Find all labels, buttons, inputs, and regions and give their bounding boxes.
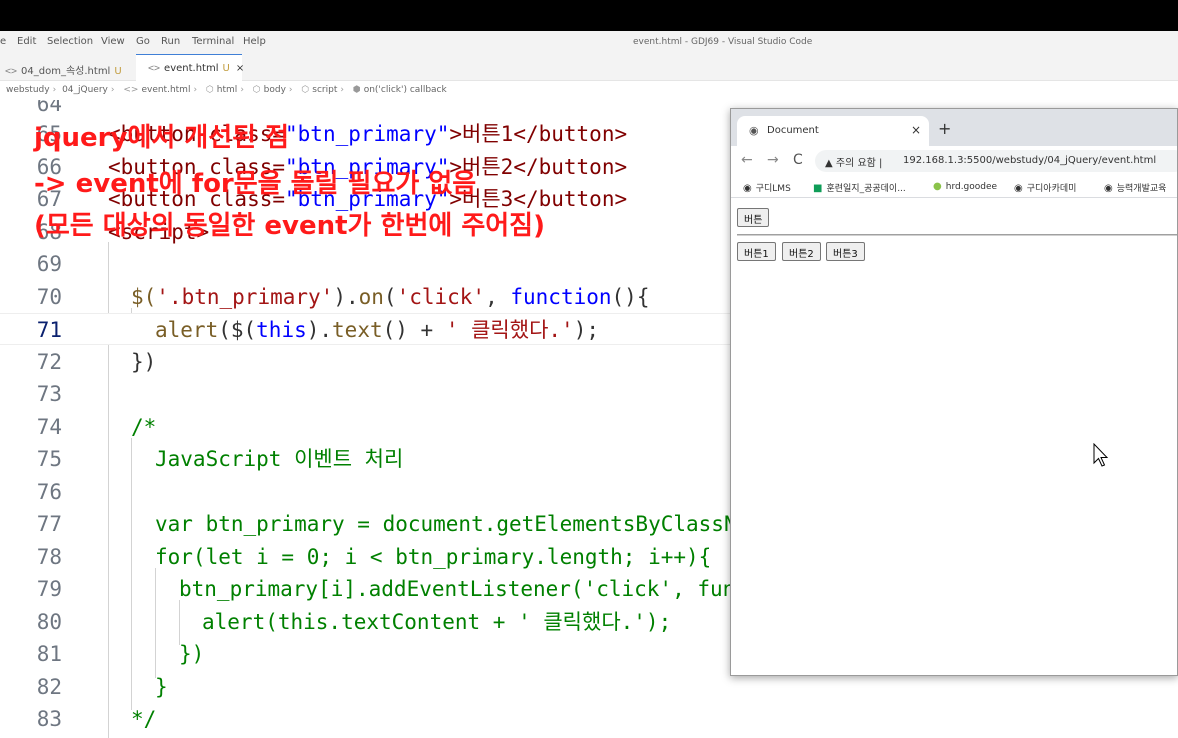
window-title: event.html - GDJ69 - Visual Studio Code [633, 37, 813, 47]
line-number: 77 [36, 512, 62, 536]
line-number: 75 [36, 447, 62, 471]
breadcrumb-item[interactable]: script [312, 85, 337, 95]
code-text: }) [179, 642, 205, 666]
line-number: 82 [36, 675, 62, 699]
breadcrumb-item[interactable]: event.html [141, 85, 190, 95]
page-button[interactable]: 버튼 [737, 208, 770, 227]
btn-primary-1[interactable]: 버튼1 [737, 242, 776, 261]
tab-dom-attr[interactable]: <> 04_dom_속성.html U [0, 54, 136, 81]
bookmark-item[interactable]: ■ 훈련일지_공공데이... [813, 181, 906, 194]
menu-file[interactable]: e [0, 36, 6, 47]
code-text: btn_primary[i].addEventListener('click',… [179, 577, 774, 601]
tab-label: event.html [164, 63, 219, 74]
bookmark-item[interactable]: ◉ 구디아카데미 [1014, 181, 1076, 194]
sheets-icon: ■ [813, 183, 823, 194]
html-file-icon: <> [5, 66, 18, 77]
annotation-line-3: (모든 대상의 동일한 event가 한번에 주어짐) [34, 211, 545, 241]
top-black-band [0, 0, 1178, 31]
page-content: 버튼 버튼1 버튼2 버튼3 [731, 198, 1177, 675]
line-number: 81 [36, 642, 62, 666]
forward-icon[interactable]: → [767, 152, 779, 168]
code-text: /* [131, 415, 157, 439]
menu-go[interactable]: Go [136, 36, 150, 47]
line-number: 78 [36, 545, 62, 569]
breadcrumb-item[interactable]: webstudy [6, 85, 50, 95]
breadcrumb-item[interactable]: html [217, 85, 238, 95]
menu-help[interactable]: Help [243, 36, 266, 47]
line-number: 72 [36, 350, 62, 374]
function-icon: ⬢ [352, 85, 361, 95]
annotation-line-2: -> event에 for문을 돌릴 필요가 없음 [34, 169, 477, 199]
security-label: 주의 요함 [835, 158, 876, 169]
element-icon: ⬡ [252, 85, 261, 95]
line-number: 71 [36, 318, 62, 342]
close-icon[interactable]: × [911, 123, 921, 137]
element-icon: ⬡ [205, 85, 214, 95]
code-text: */ [131, 707, 157, 731]
leaf-icon: ● [933, 181, 942, 192]
tab-event-html[interactable]: <> event.html U × [136, 54, 244, 81]
horizontal-rule [737, 234, 1177, 236]
code-text: alert($(this).text() + ' 클릭했다.'); [155, 318, 599, 342]
menu-view[interactable]: View [101, 36, 125, 47]
menu-bar: e Edit Selection View Go Run Terminal He… [0, 31, 1178, 54]
element-icon: ⬡ [301, 85, 310, 95]
code-text: }) [131, 350, 157, 374]
code-text: JavaScript 이벤트 처리 [155, 447, 404, 471]
browser-tab-strip: ◉ Document × + [731, 109, 1177, 146]
breadcrumb: webstudy › 04_jQuery › <> event.html › ⬡ html… [0, 81, 1178, 100]
bookmarks-bar: ◉ 구디LMS ■ 훈련일지_공공데이... ● hrd.goodee ◉ 구디아카데미… [731, 176, 1177, 198]
reload-icon[interactable]: C [793, 152, 803, 168]
globe-icon: ◉ [749, 124, 759, 137]
warning-icon[interactable]: ▲ 주의 요함 | [825, 154, 882, 169]
address-bar[interactable]: ▲ 주의 요함 | 192.168.1.3:5500/webstudy/04_j… [815, 150, 1177, 172]
code-line: 83 */ [0, 703, 1178, 735]
tab-label: 04_dom_속성.html [21, 66, 111, 77]
code-text: for(let i = 0; i < btn_primary.length; i… [155, 545, 712, 569]
code-text: } [155, 675, 168, 699]
browser-tab[interactable]: ◉ Document × [737, 116, 929, 146]
close-icon[interactable]: × [236, 63, 244, 74]
breadcrumb-item[interactable]: body [264, 85, 286, 95]
untracked-badge: U [222, 63, 230, 74]
line-number: 74 [36, 415, 62, 439]
html-file-icon: <> [148, 63, 161, 74]
browser-tab-title: Document [767, 125, 819, 136]
line-number: 79 [36, 577, 62, 601]
mouse-cursor-icon [1093, 443, 1109, 467]
line-number: 69 [36, 252, 62, 276]
btn-primary-2[interactable]: 버튼2 [782, 242, 821, 261]
bookmark-item[interactable]: ● hrd.goodee [933, 181, 997, 192]
code-text: alert(this.textContent + ' 클릭했다.'); [202, 610, 672, 634]
btn-primary-3[interactable]: 버튼3 [826, 242, 865, 261]
menu-run[interactable]: Run [161, 36, 180, 47]
line-number: 76 [36, 480, 62, 504]
menu-selection[interactable]: Selection [47, 36, 93, 47]
code-text: $('.btn_primary').on('click', function()… [131, 285, 650, 309]
code-text: var btn_primary = document.getElementsBy… [155, 512, 775, 536]
breadcrumb-item[interactable]: on('click') callback [364, 85, 447, 95]
browser-window: ◉ Document × + ← → C ▲ 주의 요함 | 192.168.1… [730, 108, 1178, 676]
globe-icon: ◉ [1104, 183, 1113, 194]
untracked-badge: U [114, 66, 122, 77]
annotation-line-1: jquery에서 개선된 점 [34, 123, 290, 153]
browser-toolbar: ← → C ▲ 주의 요함 | 192.168.1.3:5500/webstud… [731, 146, 1177, 176]
new-tab-button[interactable]: + [938, 119, 951, 138]
line-number: 70 [36, 285, 62, 309]
globe-icon: ◉ [743, 183, 752, 194]
line-number: 73 [36, 382, 62, 406]
globe-icon: ◉ [1014, 183, 1023, 194]
menu-edit[interactable]: Edit [17, 36, 36, 47]
bookmark-item[interactable]: ◉ 구디LMS [743, 181, 791, 194]
url-text: 192.168.1.3:5500/webstudy/04_jQuery/even… [903, 155, 1157, 166]
editor-tabs: <> 04_dom_속성.html U <> event.html U × [0, 54, 1178, 81]
breadcrumb-item[interactable]: 04_jQuery [62, 85, 108, 95]
back-icon[interactable]: ← [741, 152, 753, 168]
bookmark-item[interactable]: ◉ 능력개발교육 [1104, 181, 1166, 194]
menu-terminal[interactable]: Terminal [192, 36, 234, 47]
line-number: 80 [36, 610, 62, 634]
line-number: 83 [36, 707, 62, 731]
html-file-icon: <> [123, 85, 139, 95]
